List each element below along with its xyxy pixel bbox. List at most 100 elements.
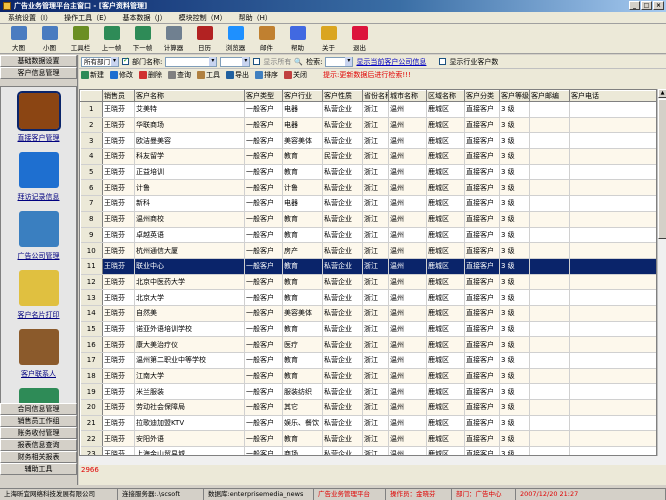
category-button-0[interactable]: 合同信息管理 bbox=[0, 403, 77, 415]
menu-system[interactable]: 系统设置（I） bbox=[2, 13, 58, 23]
column-header[interactable]: 客户分类 bbox=[464, 90, 500, 102]
table-row[interactable]: 14 王晓芬 自然美 一般客户 美容美体 私营企业 浙江 温州 鹿城区 直接客户 3 级 bbox=[80, 305, 656, 322]
column-header[interactable]: 省份名称 bbox=[362, 90, 389, 102]
table-row[interactable]: 10 王晓芬 杭州通信大厦 一般客户 房产 私营企业 浙江 温州 鹿城区 直接客户 3 级 bbox=[80, 242, 656, 259]
column-header[interactable] bbox=[80, 90, 103, 102]
column-header[interactable]: 客户电话 bbox=[569, 90, 656, 102]
column-header[interactable]: 客户类型 bbox=[244, 90, 283, 102]
table-row[interactable]: 4 王晓芬 科友留学 一般客户 教育 民营企业 浙江 温州 鹿城区 直接客户 3 级 bbox=[80, 148, 656, 165]
industry-checkbox[interactable] bbox=[439, 58, 447, 65]
edit-button[interactable]: 修改 bbox=[110, 70, 133, 80]
dept-combo-2[interactable] bbox=[220, 56, 251, 67]
table-row[interactable]: 11 王晓芬 联业中心 一般客户 教育 私营企业 浙江 温州 鹿城区 直接客户 3 级 bbox=[80, 258, 656, 275]
table-row[interactable]: 20 王晓芬 劳动社会保障局 一般客户 其它 私营企业 浙江 温州 鹿城区 直接客户 3 级 bbox=[80, 399, 656, 416]
toolbar-button-11[interactable]: 退出 bbox=[345, 24, 374, 53]
search-combo[interactable] bbox=[325, 56, 354, 67]
table-cell: 鹿城区 bbox=[426, 368, 465, 385]
table-row[interactable]: 9 王晓芬 卓越英语 一般客户 教育 私营企业 浙江 温州 鹿城区 直接客户 3 级 bbox=[80, 227, 656, 244]
customer-grid[interactable]: 销售员客户名称客户类型客户行业客户性质省份名称城市名称区域名称客户分类客户等级客… bbox=[79, 89, 657, 456]
minimize-button[interactable]: _ bbox=[629, 1, 640, 10]
table-cell: 华联商场 bbox=[134, 117, 245, 134]
nav-item-4[interactable]: 客户联系人 bbox=[1, 323, 76, 382]
toolbar-label: 浏览器 bbox=[225, 44, 246, 52]
close-button[interactable]: 关闭 bbox=[284, 70, 307, 80]
toolbar-button-7[interactable]: 浏览器 bbox=[221, 24, 250, 53]
menu-tools[interactable]: 操作工具（E） bbox=[58, 13, 116, 23]
new-button[interactable]: 新建 bbox=[81, 70, 104, 80]
horizontal-scrollbar[interactable] bbox=[79, 456, 666, 465]
toolbar-button-2[interactable]: 工具栏 bbox=[66, 24, 95, 53]
column-header[interactable]: 销售员 bbox=[102, 90, 135, 102]
table-row[interactable]: 19 王晓芬 米兰服装 一般客户 服装纺织 私营企业 浙江 温州 鹿城区 直接客户 3 级 bbox=[80, 383, 656, 401]
toolbar-button-3[interactable]: 上一帧 bbox=[97, 24, 126, 53]
maximize-button[interactable]: □ bbox=[641, 1, 652, 10]
current-info-link[interactable]: 显示当前客户公司信息 bbox=[356, 57, 426, 67]
table-cell: 温州 bbox=[388, 132, 427, 150]
nav-item-label: 广告公司管理 bbox=[17, 252, 60, 260]
toolbar-button-8[interactable]: 邮件 bbox=[252, 24, 281, 53]
vertical-scrollbar[interactable]: ▲ bbox=[657, 89, 666, 456]
dept-checkbox[interactable] bbox=[122, 56, 129, 65]
table-row[interactable]: 18 王晓芬 江南大学 一般客户 教育 私营企业 浙江 温州 鹿城区 直接客户 3 级 bbox=[80, 368, 656, 385]
table-row[interactable]: 5 王晓芬 正益培训 一般客户 教育 私营企业 浙江 温州 鹿城区 直接客户 3 级 bbox=[80, 164, 656, 181]
toolbar-button-10[interactable]: 关于 bbox=[314, 24, 343, 53]
table-row[interactable]: 21 王晓芬 拉歌迪加盟KTV 一般客户 娱乐、餐饮 私营企业 浙江 温州 鹿城区 直接客户 3 级 bbox=[80, 415, 656, 432]
table-row[interactable]: 22 王晓芬 安阳外语 一般客户 教育 私营企业 浙江 温州 鹿城区 直接客户 3 级 bbox=[80, 430, 656, 448]
toolbar-button-5[interactable]: 计算器 bbox=[159, 24, 188, 53]
table-row[interactable]: 17 王晓芬 温州第二职业中等学校 一般客户 教育 私营企业 浙江 温州 鹿城区 直接客户 3 级 bbox=[80, 352, 656, 369]
table-row[interactable]: 8 王晓芬 温州商校 一般客户 教育 私营企业 浙江 温州 鹿城区 直接客户 3 级 bbox=[80, 211, 656, 228]
sort-button[interactable]: 排序 bbox=[255, 70, 278, 80]
table-row[interactable]: 1 王晓芬 艾美特 一般客户 电器 私营企业 浙江 温州 鹿城区 直接客户 3 级 bbox=[80, 101, 656, 118]
nav-item-3[interactable]: 客户名片打印 bbox=[1, 264, 76, 323]
row-number: 6 bbox=[80, 179, 103, 197]
column-header[interactable]: 城市名称 bbox=[388, 90, 427, 102]
nav-item-2[interactable]: 广告公司管理 bbox=[1, 205, 76, 264]
toolbar-button-6[interactable]: 日历 bbox=[190, 24, 219, 53]
delete-button[interactable]: 删除 bbox=[139, 70, 162, 80]
nav-item-1[interactable]: 拜访记录信息 bbox=[1, 146, 76, 205]
category-button-4[interactable]: 财务相关报表 bbox=[0, 451, 77, 463]
table-row[interactable]: 7 王晓芬 新科 一般客户 电器 私营企业 浙江 温州 鹿城区 直接客户 3 级 bbox=[80, 195, 656, 212]
table-row[interactable]: 2 王晓芬 华联商场 一般客户 电器 私营企业 浙江 温州 鹿城区 直接客户 3 级 bbox=[80, 117, 656, 134]
table-row[interactable]: 16 王晓芬 康大美治疗仪 一般客户 医疗 私营企业 浙江 温州 鹿城区 直接客户 3 级 bbox=[80, 336, 656, 353]
table-row[interactable]: 23 王晓芬 上海金山贸易城 一般客户 商场 私营企业 浙江 温州 鹿城区 直接客户 3 级 bbox=[80, 446, 656, 455]
close-window-button[interactable]: × bbox=[653, 1, 664, 10]
table-row[interactable]: 12 王晓芬 北京中医药大学 一般客户 教育 私营企业 浙江 温州 鹿城区 直接客户 3 级 bbox=[80, 274, 656, 291]
dept-combo[interactable] bbox=[165, 56, 218, 67]
table-row[interactable]: 13 王晓芬 北京大学 一般客户 教育 私营企业 浙江 温州 鹿城区 直接客户 3 级 bbox=[80, 289, 656, 306]
show-all-checkbox[interactable] bbox=[253, 58, 261, 65]
table-cell: 温州 bbox=[388, 195, 427, 212]
query-button[interactable]: 查询 bbox=[168, 70, 191, 80]
table-cell: 3 级 bbox=[499, 383, 530, 401]
table-row[interactable]: 15 王晓芬 诺亚外语培训学校 一般客户 教育 私营企业 浙江 温州 鹿城区 直接客户 3 级 bbox=[80, 321, 656, 338]
column-header[interactable]: 客户名称 bbox=[134, 90, 245, 102]
column-header[interactable]: 区域名称 bbox=[426, 90, 465, 102]
table-row[interactable]: 3 王晓芬 欧洁曼美容 一般客户 美容美体 私营企业 浙江 温州 鹿城区 直接客户 3 级 bbox=[80, 132, 656, 150]
category-button-5[interactable]: 辅助工具 bbox=[0, 463, 77, 475]
export-button[interactable]: 导出 bbox=[226, 70, 249, 80]
category-button-1[interactable]: 销售员工作组 bbox=[0, 415, 77, 427]
table-cell: 其它 bbox=[282, 399, 323, 416]
category-customer-info[interactable]: 客户信息管理 bbox=[0, 67, 77, 79]
toolbar-button-1[interactable]: 小图 bbox=[35, 24, 64, 53]
column-header[interactable]: 客户性质 bbox=[322, 90, 363, 102]
table-cell: 教育 bbox=[282, 164, 323, 181]
menu-help[interactable]: 帮助（H） bbox=[233, 13, 278, 23]
scroll-up-icon[interactable]: ▲ bbox=[658, 89, 666, 98]
toolbar-button-4[interactable]: 下一帧 bbox=[128, 24, 157, 53]
toolbar-button-0[interactable]: 大图 bbox=[4, 24, 33, 53]
scroll-thumb[interactable] bbox=[658, 99, 666, 239]
menu-basic-data[interactable]: 基本数据（J） bbox=[117, 13, 173, 23]
category-basic-settings[interactable]: 基础数据设置 bbox=[0, 55, 77, 67]
menu-modules[interactable]: 模块控制（M） bbox=[173, 13, 233, 23]
table-row[interactable]: 6 王晓芬 计鲁 一般客户 计鲁 私营企业 浙江 温州 鹿城区 直接客户 3 级 bbox=[80, 179, 656, 197]
column-header[interactable]: 客户等级 bbox=[499, 90, 530, 102]
column-header[interactable]: 客户行业 bbox=[282, 90, 323, 102]
nav-item-0[interactable]: 直接客户管理 bbox=[1, 87, 76, 146]
toolbar-button-9[interactable]: 帮助 bbox=[283, 24, 312, 53]
tool-button[interactable]: 工具 bbox=[197, 70, 220, 80]
category-button-2[interactable]: 账务收付管理 bbox=[0, 427, 77, 439]
category-button-3[interactable]: 报表信息查询 bbox=[0, 439, 77, 451]
scope-combo[interactable]: 所有部门 bbox=[81, 56, 119, 67]
column-header[interactable]: 客户邮编 bbox=[529, 90, 570, 102]
